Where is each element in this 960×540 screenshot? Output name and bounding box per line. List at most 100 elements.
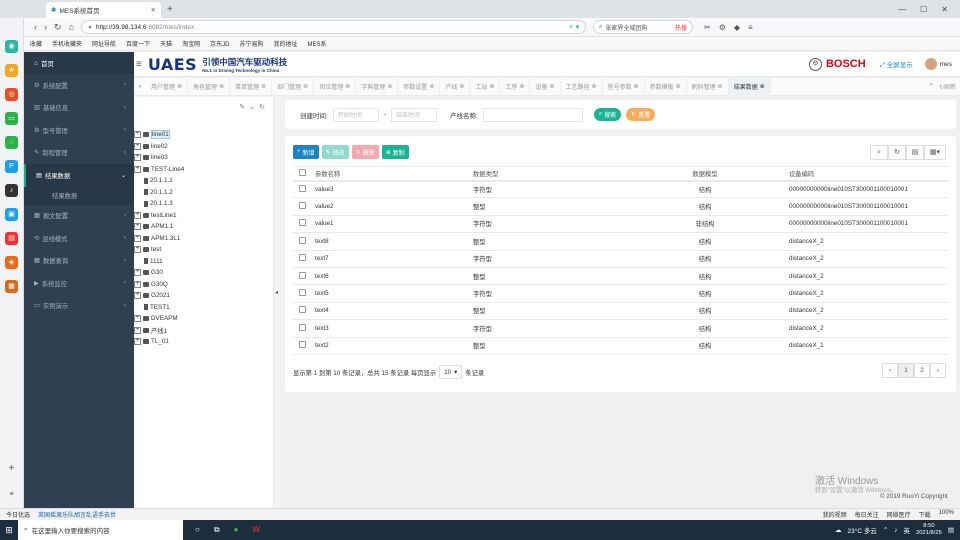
page-tab[interactable]: 菜单管理 ⊗ bbox=[230, 77, 273, 96]
tree-node[interactable]: + DVEAPM bbox=[134, 313, 178, 324]
row-checkbox[interactable] bbox=[298, 202, 306, 210]
tab-close-icon[interactable]: ⊗ bbox=[519, 83, 524, 90]
page-tab[interactable]: 刷码管理 ⊗ bbox=[687, 77, 729, 96]
row-checkbox[interactable] bbox=[298, 184, 306, 192]
tree-node[interactable]: + test bbox=[134, 244, 161, 255]
back-icon[interactable]: ‹ bbox=[34, 22, 37, 32]
fullscreen-button[interactable]: ⤢ 全屏显示 bbox=[880, 59, 913, 70]
clock[interactable]: 8:50 2021/8/25 bbox=[916, 523, 942, 537]
page-tab[interactable]: 岗位管理 ⊗ bbox=[314, 77, 357, 96]
expand-icon[interactable]: + bbox=[134, 338, 141, 345]
side-doc-icon[interactable]: ▣ bbox=[5, 208, 18, 221]
select-all-checkbox-cell[interactable] bbox=[293, 166, 311, 182]
cut-icon[interactable]: ✂ bbox=[704, 23, 711, 32]
url-input[interactable]: ● http://39.98.134.6:8082/mes/index ⚡ ▾ bbox=[80, 20, 586, 34]
tree-node[interactable]: + line03 bbox=[134, 152, 168, 163]
status-item[interactable]: 网络医疗 bbox=[887, 510, 911, 519]
expand-icon[interactable]: + bbox=[134, 165, 141, 173]
row-checkbox-cell[interactable] bbox=[293, 215, 311, 234]
status-item[interactable]: 每日关注 bbox=[855, 510, 879, 519]
tree-node[interactable]: 20.1.1.3 bbox=[144, 198, 173, 209]
side-mall-icon[interactable]: ▦ bbox=[5, 280, 18, 293]
expand-icon[interactable]: + bbox=[134, 154, 141, 161]
status-item[interactable]: 下载 bbox=[919, 510, 931, 519]
fav-item[interactable]: MES系 bbox=[307, 39, 326, 48]
menu-icon[interactable]: ≡ bbox=[748, 23, 753, 32]
reload-icon[interactable]: ↻ bbox=[54, 22, 62, 33]
taskbar-search-input[interactable]: ⌕ 在这里输入你要搜索的内容 bbox=[18, 520, 183, 540]
col-header-data-model[interactable]: 数据模型 bbox=[625, 166, 785, 182]
expand-icon[interactable]: + bbox=[134, 142, 141, 150]
sidebar-item-mixed-line[interactable]: ⟲ 混线模式 ‹ bbox=[24, 227, 134, 250]
tree-node[interactable]: + 产线1 bbox=[134, 325, 167, 336]
expand-icon[interactable]: + bbox=[134, 246, 141, 253]
row-checkbox[interactable] bbox=[298, 306, 306, 314]
select-all-checkbox[interactable] bbox=[298, 168, 306, 176]
menu-toggle-icon[interactable]: ≡ bbox=[136, 59, 142, 70]
sidebar-item-basic-info[interactable]: ▥ 基础信息 ‹ bbox=[24, 97, 134, 120]
search-toggle-icon[interactable]: ⌕ bbox=[870, 145, 888, 160]
sidebar-home[interactable]: ⌂ 首页 bbox=[24, 52, 134, 74]
col-header-param-name[interactable]: 参数名称 bbox=[311, 166, 469, 182]
page-tab[interactable]: 字典管理 ⊗ bbox=[356, 77, 399, 96]
wps-app-icon[interactable]: W bbox=[252, 525, 260, 535]
tab-close-icon[interactable]: ⊗ bbox=[489, 83, 494, 90]
side-news-icon[interactable]: ▤ bbox=[5, 232, 18, 245]
side-chat-icon[interactable]: ▭ bbox=[5, 112, 18, 125]
row-checkbox[interactable] bbox=[298, 254, 306, 262]
page-tab[interactable]: 型号参数 ⊗ bbox=[603, 77, 645, 96]
tab-close-icon[interactable]: ⊗ bbox=[387, 83, 392, 90]
tabs-scroll-left-icon[interactable]: « bbox=[134, 84, 146, 90]
row-checkbox[interactable] bbox=[298, 289, 306, 297]
fav-item[interactable]: 百度一下 bbox=[126, 39, 150, 48]
tab-close-icon[interactable]: ⊗ bbox=[429, 83, 434, 90]
page-tab[interactable]: 用户管理 ⊗ bbox=[146, 77, 189, 96]
row-checkbox-cell[interactable] bbox=[293, 197, 311, 216]
page-tab[interactable]: 部门管理 ⊗ bbox=[272, 77, 315, 96]
end-time-input[interactable]: 结束时间 bbox=[390, 107, 437, 122]
page-size-select[interactable]: 10 ▾ bbox=[439, 365, 463, 379]
table-row[interactable]: value3 字符型 结构 00000000000line010ST300001100… bbox=[293, 180, 948, 199]
tab-close-icon[interactable]: ⊗ bbox=[718, 83, 723, 90]
sidebar-item-demo[interactable]: ▭ 实例演示 ‹ bbox=[24, 295, 134, 318]
row-checkbox[interactable] bbox=[298, 323, 306, 331]
tree-node[interactable]: + G30 bbox=[134, 267, 163, 278]
tabs-scroll-right-icon[interactable]: » bbox=[930, 82, 933, 91]
add-button[interactable]: + 新增 bbox=[293, 145, 319, 159]
expand-icon[interactable]: + bbox=[134, 234, 141, 242]
side-game-icon[interactable]: ◈ bbox=[5, 256, 18, 269]
side-star-icon[interactable]: ★ bbox=[5, 64, 18, 77]
fav-item[interactable]: 手机收藏夹 bbox=[52, 39, 82, 48]
table-row[interactable]: text4 整型 结构 distanceX_2 bbox=[293, 302, 948, 321]
tab-close-icon[interactable]: ⊗ bbox=[592, 83, 597, 90]
tray-up-icon[interactable]: ⌃ bbox=[883, 526, 888, 534]
forward-icon[interactable]: › bbox=[44, 22, 47, 32]
tree-node[interactable]: + testLine1 bbox=[134, 210, 177, 221]
refresh-icon[interactable]: ↻ bbox=[888, 145, 906, 160]
sidebar-item-data-query[interactable]: ▦ 数据查询 ‹ bbox=[24, 250, 134, 273]
row-checkbox[interactable] bbox=[298, 219, 306, 227]
expand-icon[interactable]: + bbox=[134, 269, 141, 276]
tree-node[interactable]: + line02 bbox=[134, 141, 168, 152]
fav-item[interactable]: 天猫 bbox=[160, 39, 172, 48]
row-checkbox-cell[interactable] bbox=[293, 232, 311, 251]
page-tab[interactable]: 产线 ⊗ bbox=[440, 77, 471, 96]
prev-page-button[interactable]: ‹ bbox=[882, 363, 898, 378]
cortana-icon[interactable]: ○ bbox=[195, 525, 200, 535]
close-window-icon[interactable]: ✕ bbox=[941, 5, 948, 14]
reset-button[interactable]: ↻ 重置 bbox=[626, 108, 656, 121]
tree-node[interactable]: 20.1.1.1 bbox=[144, 175, 173, 186]
table-row[interactable]: text7 字符型 结构 distanceX_2 bbox=[293, 250, 948, 268]
side-app-icon[interactable]: ◉ bbox=[5, 40, 18, 53]
page-tab[interactable]: 工站 ⊗ bbox=[470, 77, 501, 96]
page-tab-active[interactable]: 结果数据 ⊗ bbox=[728, 77, 771, 96]
tab-close-icon[interactable]: ⊗ bbox=[303, 83, 308, 90]
sidebar-item-message-config[interactable]: ▦ 报文配置 ‹ bbox=[24, 205, 134, 228]
page-tab[interactable]: 工艺路径 ⊗ bbox=[561, 77, 603, 96]
page-tab[interactable]: 参数设置 ⊗ bbox=[398, 77, 441, 96]
new-tab-button[interactable]: + bbox=[167, 4, 173, 15]
table-row[interactable]: text3 字符型 结构 distanceX_2 bbox=[293, 319, 948, 338]
status-left-1[interactable]: 今日优选 bbox=[6, 510, 30, 519]
tree-node[interactable]: + TL_01 bbox=[134, 336, 169, 347]
start-time-input[interactable]: 开始时间 bbox=[332, 107, 379, 122]
